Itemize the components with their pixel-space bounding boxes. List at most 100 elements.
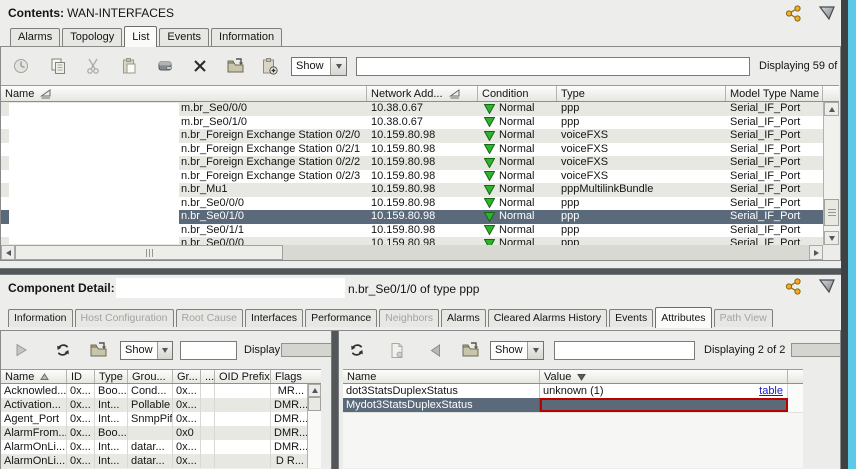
- attribute-list-pane: Show Display Name ID Type Grou... Gr... …: [1, 331, 331, 468]
- delete-icon[interactable]: [190, 56, 210, 76]
- attribute-vertical-scrollbar[interactable]: [307, 384, 321, 468]
- condition-normal-icon: [484, 198, 495, 209]
- component-detail-tab-bar: Information Host Configuration Root Caus…: [8, 306, 773, 328]
- panel-splitter-handle[interactable]: [0, 268, 841, 275]
- paste-into-icon[interactable]: [226, 56, 246, 76]
- tab-alarms[interactable]: Alarms: [10, 28, 61, 46]
- oneclick-window: Contents: WAN-INTERFACES Alarms Topology…: [0, 0, 856, 469]
- attribute-values-pane: Show Displaying 2 of 2 Name Value dot3St…: [339, 331, 840, 468]
- erase-icon[interactable]: [155, 56, 175, 76]
- tab-information[interactable]: Information: [8, 309, 73, 327]
- clipboard-add-icon[interactable]: [259, 56, 279, 76]
- share-icon[interactable]: [783, 276, 803, 296]
- paste-into-icon[interactable]: [89, 340, 109, 360]
- tab-interfaces[interactable]: Interfaces: [244, 309, 304, 327]
- column-header-stub: [788, 370, 803, 383]
- show-filter-value: Show: [296, 60, 324, 72]
- combo-dropdown-button[interactable]: [527, 341, 543, 359]
- tab-alarms[interactable]: Alarms: [441, 309, 486, 327]
- column-header-more[interactable]: ...: [201, 370, 215, 383]
- list-table-header: Name Network Add... Condition Type Model…: [1, 85, 839, 102]
- table-row[interactable]: AlarmFrom... 0x... Boo... 0x0 DMR...: [1, 426, 307, 440]
- window-border-accent: [848, 0, 856, 469]
- scroll-left-button[interactable]: [1, 245, 15, 260]
- condition-normal-icon: [484, 157, 495, 168]
- refresh-icon[interactable]: [347, 340, 367, 360]
- scroll-up-button[interactable]: [308, 384, 321, 397]
- tab-list[interactable]: List: [124, 26, 158, 47]
- list-horizontal-scrollbar[interactable]: [1, 245, 823, 260]
- component-detail-title-label: Component Detail:: [8, 281, 115, 295]
- tab-topology[interactable]: Topology: [62, 28, 123, 46]
- column-header-condition[interactable]: Condition: [478, 86, 557, 101]
- table-link[interactable]: table: [759, 384, 783, 398]
- list-vertical-scrollbar[interactable]: [823, 102, 839, 245]
- table-row[interactable]: AlarmOnLi... 0x... Int... datar... 0x...…: [1, 454, 307, 468]
- values-displaying-count: Displaying 2 of 2: [704, 344, 786, 356]
- condition-normal-icon: [484, 103, 495, 114]
- share-icon[interactable]: [783, 3, 803, 23]
- condition-normal-icon: [484, 117, 495, 128]
- pennant-icon[interactable]: [817, 3, 837, 23]
- refresh-icon[interactable]: [53, 340, 73, 360]
- column-header-group[interactable]: Grou...: [128, 370, 173, 383]
- scrollbar-thumb[interactable]: [824, 199, 839, 226]
- run-icon: [11, 340, 31, 360]
- tab-information[interactable]: Information: [211, 28, 283, 46]
- tab-attributes[interactable]: Attributes: [655, 307, 712, 328]
- column-header-type[interactable]: Type: [95, 370, 128, 383]
- scrollbar-thumb[interactable]: [15, 245, 283, 260]
- scrollbar-thumb[interactable]: [308, 397, 321, 411]
- scroll-right-button[interactable]: [809, 245, 823, 260]
- copy-icon[interactable]: [48, 56, 68, 76]
- sort-descending-icon: [577, 373, 587, 381]
- contents-tab-bar: Alarms Topology List Events Information: [10, 26, 283, 47]
- column-header-flags[interactable]: Flags: [271, 370, 307, 383]
- scroll-down-button[interactable]: [824, 231, 839, 245]
- table-row[interactable]: Agent_Port 0x... Int... SnmpPif 0x... DM…: [1, 412, 307, 426]
- sort-ascending-icon: [448, 89, 460, 99]
- column-header-oid-prefix[interactable]: OID Prefix: [215, 370, 271, 383]
- scroll-up-button[interactable]: [824, 102, 839, 116]
- condition-normal-icon: [484, 144, 495, 155]
- values-filter-input[interactable]: [554, 340, 695, 360]
- column-header-id[interactable]: ID: [67, 370, 95, 383]
- pane-splitter-handle[interactable]: [331, 331, 339, 469]
- table-row[interactable]: dot3StatsDuplexStatus unknown (1) table: [343, 384, 803, 398]
- column-header-type[interactable]: Type: [557, 86, 726, 101]
- value-edit-cell[interactable]: [540, 398, 788, 412]
- values-show-combobox[interactable]: Show: [490, 340, 544, 360]
- table-row[interactable]: AlarmOnLi... 0x... Int... datar... 0x...…: [1, 440, 307, 454]
- window-border-dark: [841, 0, 848, 469]
- component-detail-header: Component Detail:: [8, 281, 115, 295]
- tab-events[interactable]: Events: [159, 28, 210, 46]
- column-header-gr[interactable]: Gr...: [173, 370, 201, 383]
- combo-dropdown-button[interactable]: [156, 341, 172, 359]
- tab-events[interactable]: Events: [609, 309, 654, 327]
- tab-performance[interactable]: Performance: [305, 309, 378, 327]
- column-header-value[interactable]: Value: [540, 370, 788, 383]
- attribute-show-combobox[interactable]: Show: [120, 340, 173, 360]
- column-header-name[interactable]: Name: [1, 86, 367, 101]
- combo-dropdown-button[interactable]: [330, 57, 346, 75]
- pennant-icon[interactable]: [817, 276, 837, 296]
- table-row-selected[interactable]: Mydot3StatsDuplexStatus: [343, 398, 803, 412]
- values-table-body: dot3StatsDuplexStatus unknown (1) table …: [343, 384, 803, 468]
- tab-cleared-alarms-history[interactable]: Cleared Alarms History: [487, 309, 608, 327]
- table-row[interactable]: Acknowled... 0x... Boo... Cond... 0x... …: [1, 384, 307, 398]
- report-icon: [387, 340, 407, 360]
- contents-title-value: WAN-INTERFACES: [67, 6, 174, 20]
- column-header-name[interactable]: Name: [1, 370, 67, 383]
- back-icon: [425, 340, 445, 360]
- values-toolbar: Show Displaying 2 of 2: [339, 331, 840, 369]
- column-header-name[interactable]: Name: [343, 370, 540, 383]
- column-header-network-address[interactable]: Network Add...: [367, 86, 478, 101]
- table-row[interactable]: Activation... 0x... Int... Pollable 0x..…: [1, 398, 307, 412]
- show-filter-combobox[interactable]: Show: [291, 56, 347, 76]
- attribute-filter-input[interactable]: [180, 340, 237, 360]
- column-header-model-type-name[interactable]: Model Type Name: [726, 86, 823, 101]
- paste-into-icon[interactable]: [461, 340, 481, 360]
- list-displaying-count: Displaying 59 of 59: [759, 60, 853, 72]
- list-filter-input[interactable]: [356, 56, 750, 76]
- condition-normal-icon: [484, 171, 495, 182]
